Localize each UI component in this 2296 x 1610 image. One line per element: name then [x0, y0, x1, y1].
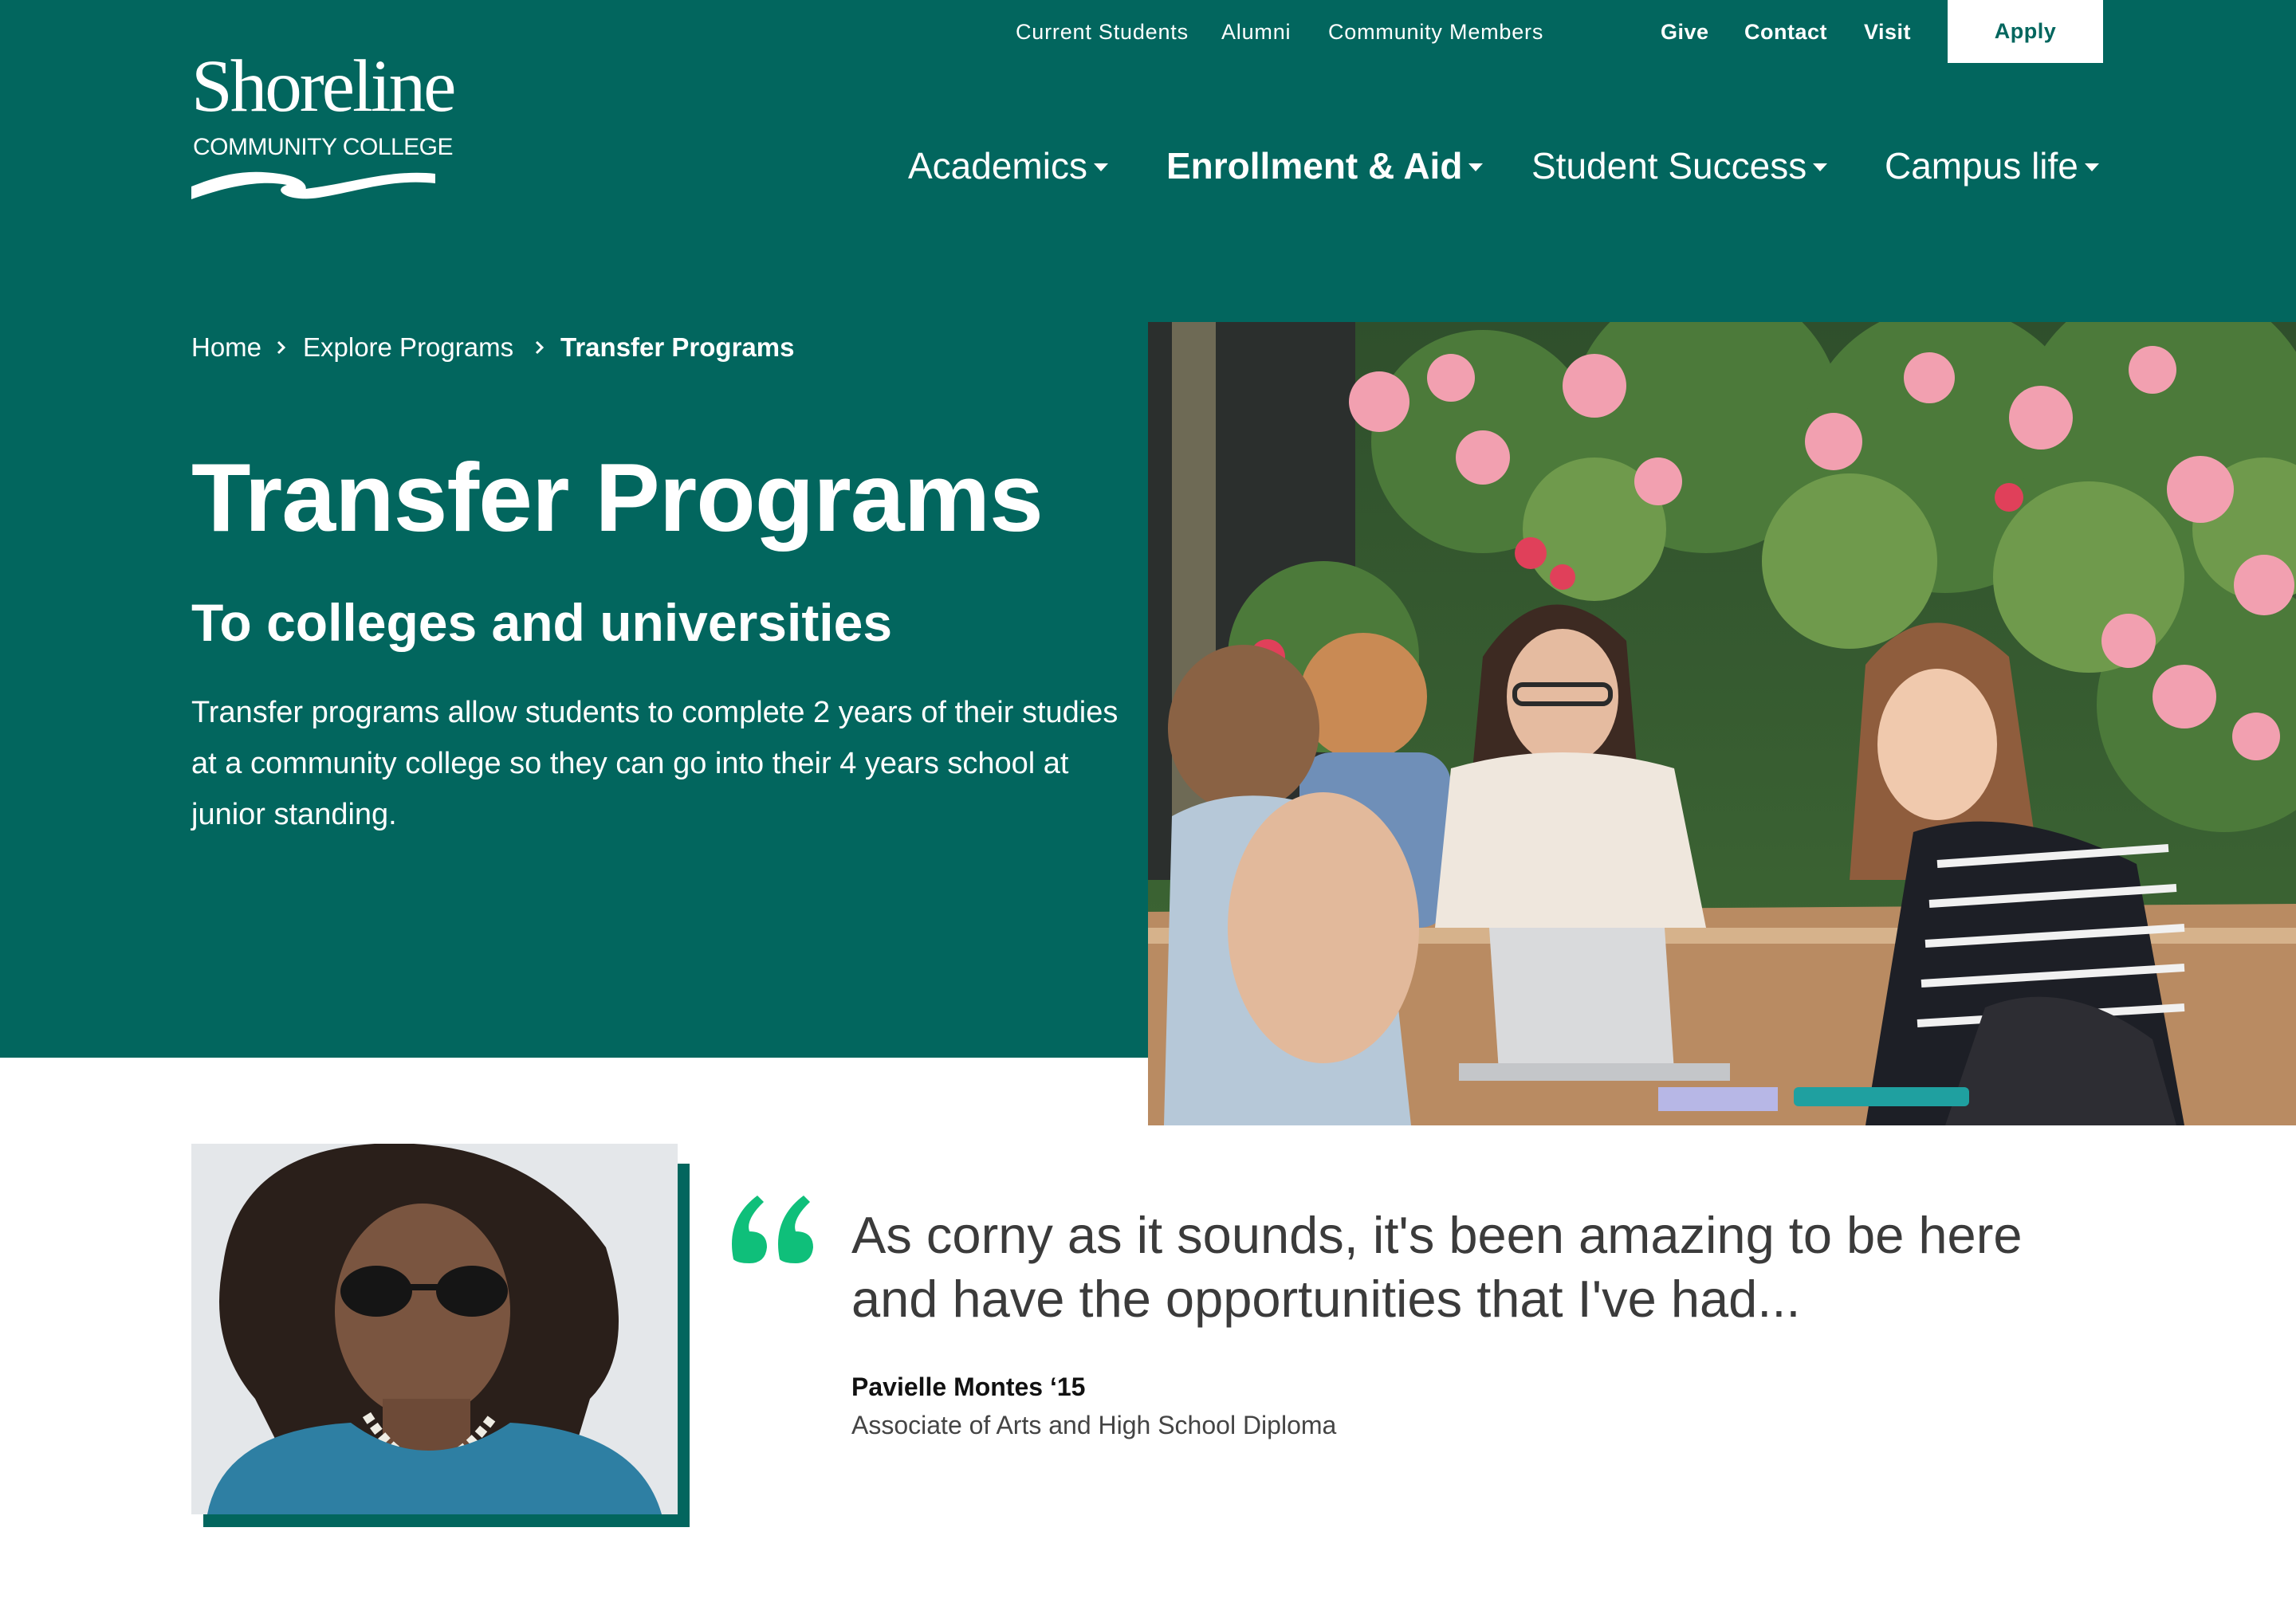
- nav-enrollment-label: Enrollment & Aid: [1166, 145, 1463, 187]
- chevron-down-icon: [1093, 163, 1108, 171]
- breadcrumb-current: Transfer Programs: [560, 332, 795, 362]
- nav-campus-life-label: Campus life: [1885, 145, 2078, 187]
- chevron-down-icon: [2084, 163, 2099, 171]
- util-link-community-members[interactable]: Community Members: [1328, 16, 1543, 48]
- quote-mark-icon: [732, 1196, 813, 1263]
- util-link-visit[interactable]: Visit: [1864, 16, 1911, 48]
- shoreline-logo[interactable]: Shoreline COMMUNITY COLLEGE: [191, 49, 456, 201]
- apply-button[interactable]: Apply: [1948, 0, 2103, 63]
- util-link-current-students[interactable]: Current Students: [1016, 16, 1189, 48]
- nav-enrollment-aid[interactable]: Enrollment & Aid: [1166, 142, 1484, 190]
- wave-icon: [191, 171, 435, 199]
- portrait-illustration: [191, 1144, 678, 1514]
- chevron-right-icon: [277, 340, 286, 355]
- util-link-alumni[interactable]: Alumni: [1221, 16, 1291, 48]
- util-link-contact[interactable]: Contact: [1744, 16, 1827, 48]
- chevron-right-icon: [535, 340, 545, 355]
- logo-subtitle: COMMUNITY COLLEGE: [193, 134, 454, 160]
- testimonial-author: Pavielle Montes ‘15: [851, 1372, 1086, 1401]
- nav-campus-life[interactable]: Campus life: [1885, 142, 2099, 190]
- logo-wordmark: Shoreline: [191, 45, 456, 128]
- util-link-give[interactable]: Give: [1661, 16, 1709, 48]
- hero-image: [1148, 322, 2296, 1125]
- testimonial-role: Associate of Arts and High School Diplom…: [851, 1411, 1337, 1439]
- testimonial-portrait: [191, 1144, 678, 1514]
- nav-student-success-label: Student Success: [1531, 145, 1807, 187]
- hero-description: Transfer programs allow students to comp…: [191, 696, 1119, 831]
- page-subtitle: To colleges and universities: [191, 593, 893, 652]
- nav-student-success[interactable]: Student Success: [1531, 142, 1828, 190]
- page-title: Transfer Programs: [191, 443, 1044, 552]
- chevron-down-icon: [1468, 163, 1484, 171]
- nav-academics-label: Academics: [908, 145, 1087, 187]
- students-studying-illustration: [1148, 322, 2296, 1125]
- chevron-down-icon: [1813, 163, 1828, 171]
- nav-academics[interactable]: Academics: [908, 142, 1108, 190]
- breadcrumb-explore-programs[interactable]: Explore Programs: [303, 332, 513, 363]
- testimonial-quote: As corny as it sounds, it's been amazing…: [851, 1206, 2023, 1328]
- breadcrumb-home[interactable]: Home: [191, 332, 261, 363]
